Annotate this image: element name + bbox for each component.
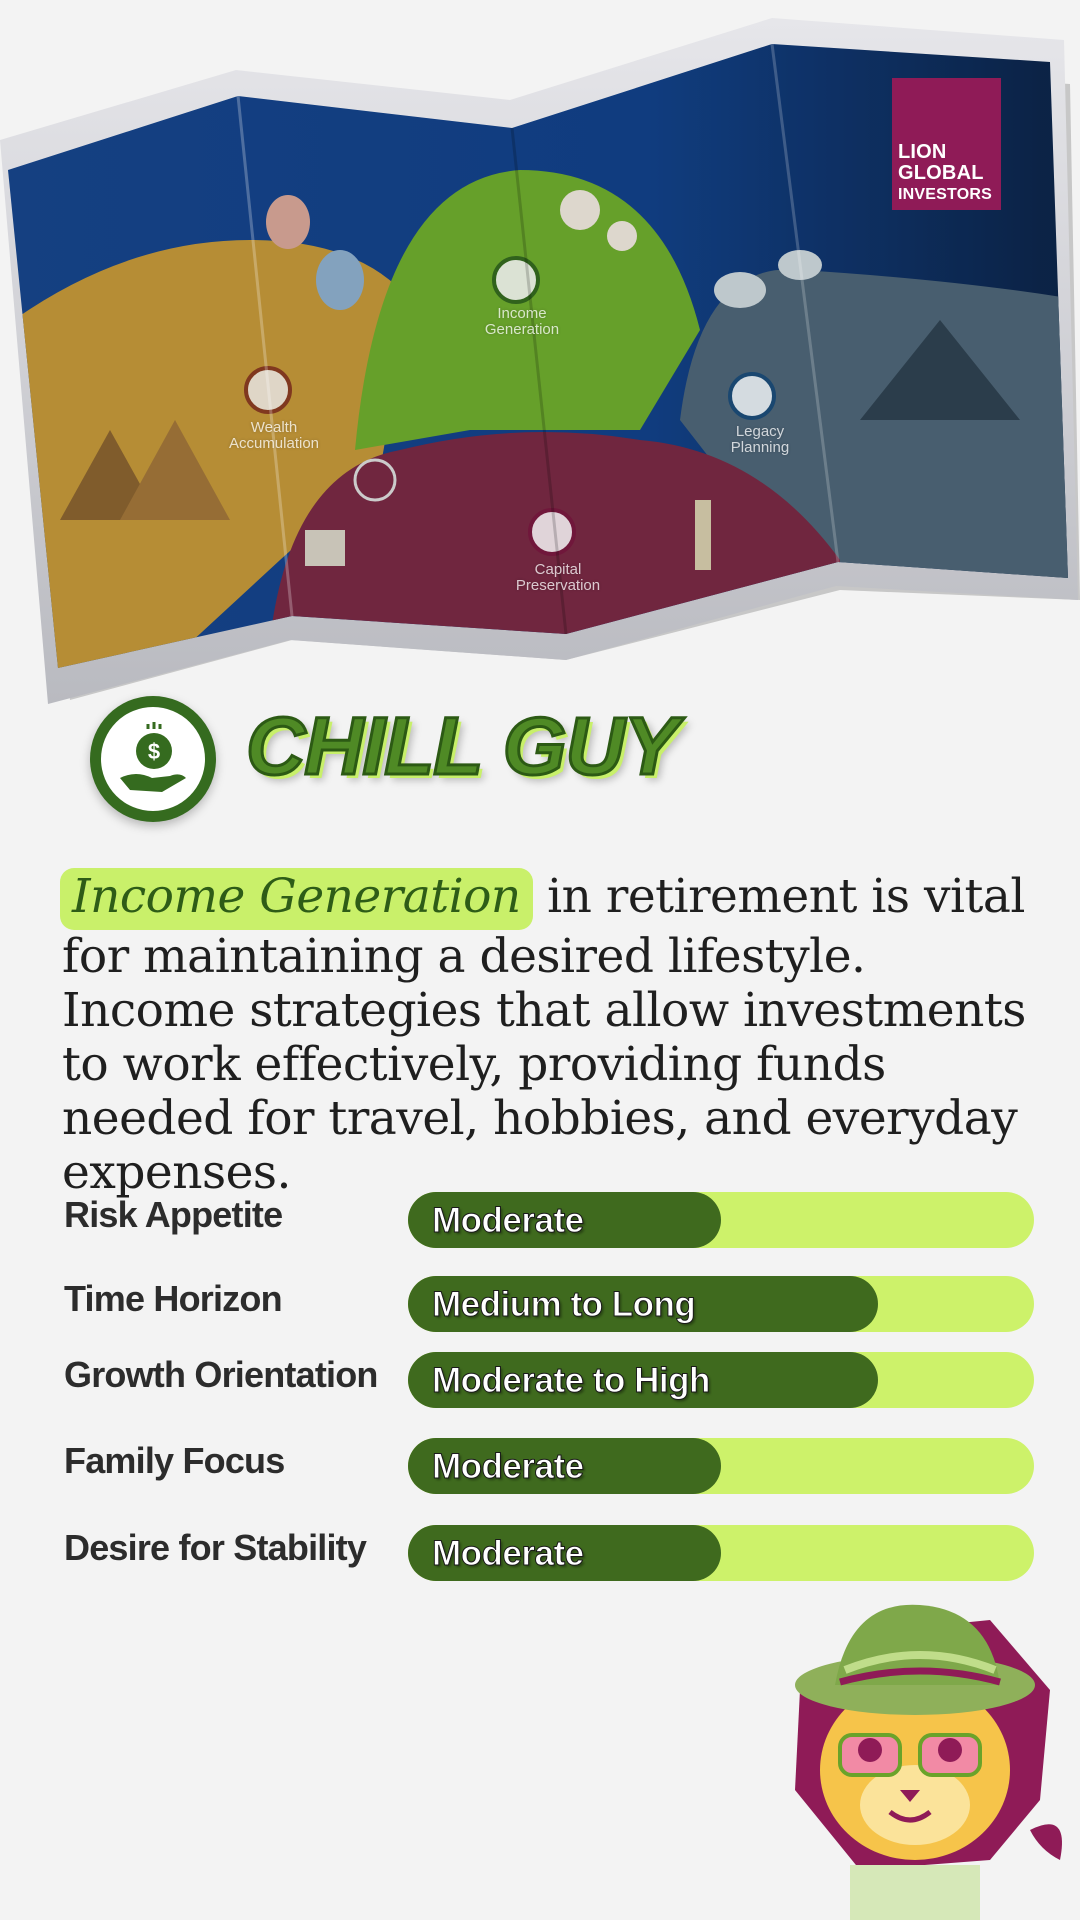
description-highlight: Income Generation [60,868,533,930]
trait-label: Family Focus [64,1440,285,1481]
region-label-capital: Capital Preservation [515,561,601,594]
region-label-income: Income Generation [484,305,560,338]
trait-row: Desire for Stability Moderate [0,1525,1080,1581]
trait-value: Moderate to High [432,1361,711,1401]
trait-row: Growth Orientation Moderate to High [0,1352,1080,1408]
journey-map: Wealth Accumulation Income Generation Le… [0,0,1080,720]
hand-holding-coin-icon: $ [90,696,216,822]
trait-bar-track: Medium to Long [408,1276,1034,1332]
brand-line-3: INVESTORS [898,186,992,203]
trait-value: Moderate [432,1201,585,1241]
trait-value: Moderate [432,1447,585,1487]
brand-line-1: LION [898,141,947,163]
trait-bar-track: Moderate [408,1192,1034,1248]
trait-label: Time Horizon [64,1278,283,1319]
trait-label: Desire for Stability [64,1527,367,1568]
persona-title: CHILL GUY [244,700,679,794]
trait-bar-track: Moderate to High [408,1352,1034,1408]
trait-bar-track: Moderate [408,1525,1034,1581]
trait-value: Medium to Long [431,1285,696,1325]
svg-text:$: $ [148,739,160,764]
trait-label: Risk Appetite [64,1194,283,1235]
trait-row: Risk Appetite Moderate [0,1192,1080,1248]
trait-row: Time Horizon Medium to Long [0,1276,1080,1332]
region-label-legacy: Legacy Planning [730,423,790,456]
brand-line-2: GLOBAL [898,162,984,184]
persona-description: Income Generation in retirement is vital… [60,868,1032,1200]
trait-label: Growth Orientation [64,1354,378,1395]
lion-mascot-icon [740,1600,1080,1920]
trait-bar-track: Moderate [408,1438,1034,1494]
region-label-wealth: Wealth Accumulation [228,419,320,452]
trait-row: Family Focus Moderate [0,1438,1080,1494]
trait-value: Moderate [432,1534,585,1574]
brand-logo: LION GLOBAL INVESTORS [892,78,1001,210]
